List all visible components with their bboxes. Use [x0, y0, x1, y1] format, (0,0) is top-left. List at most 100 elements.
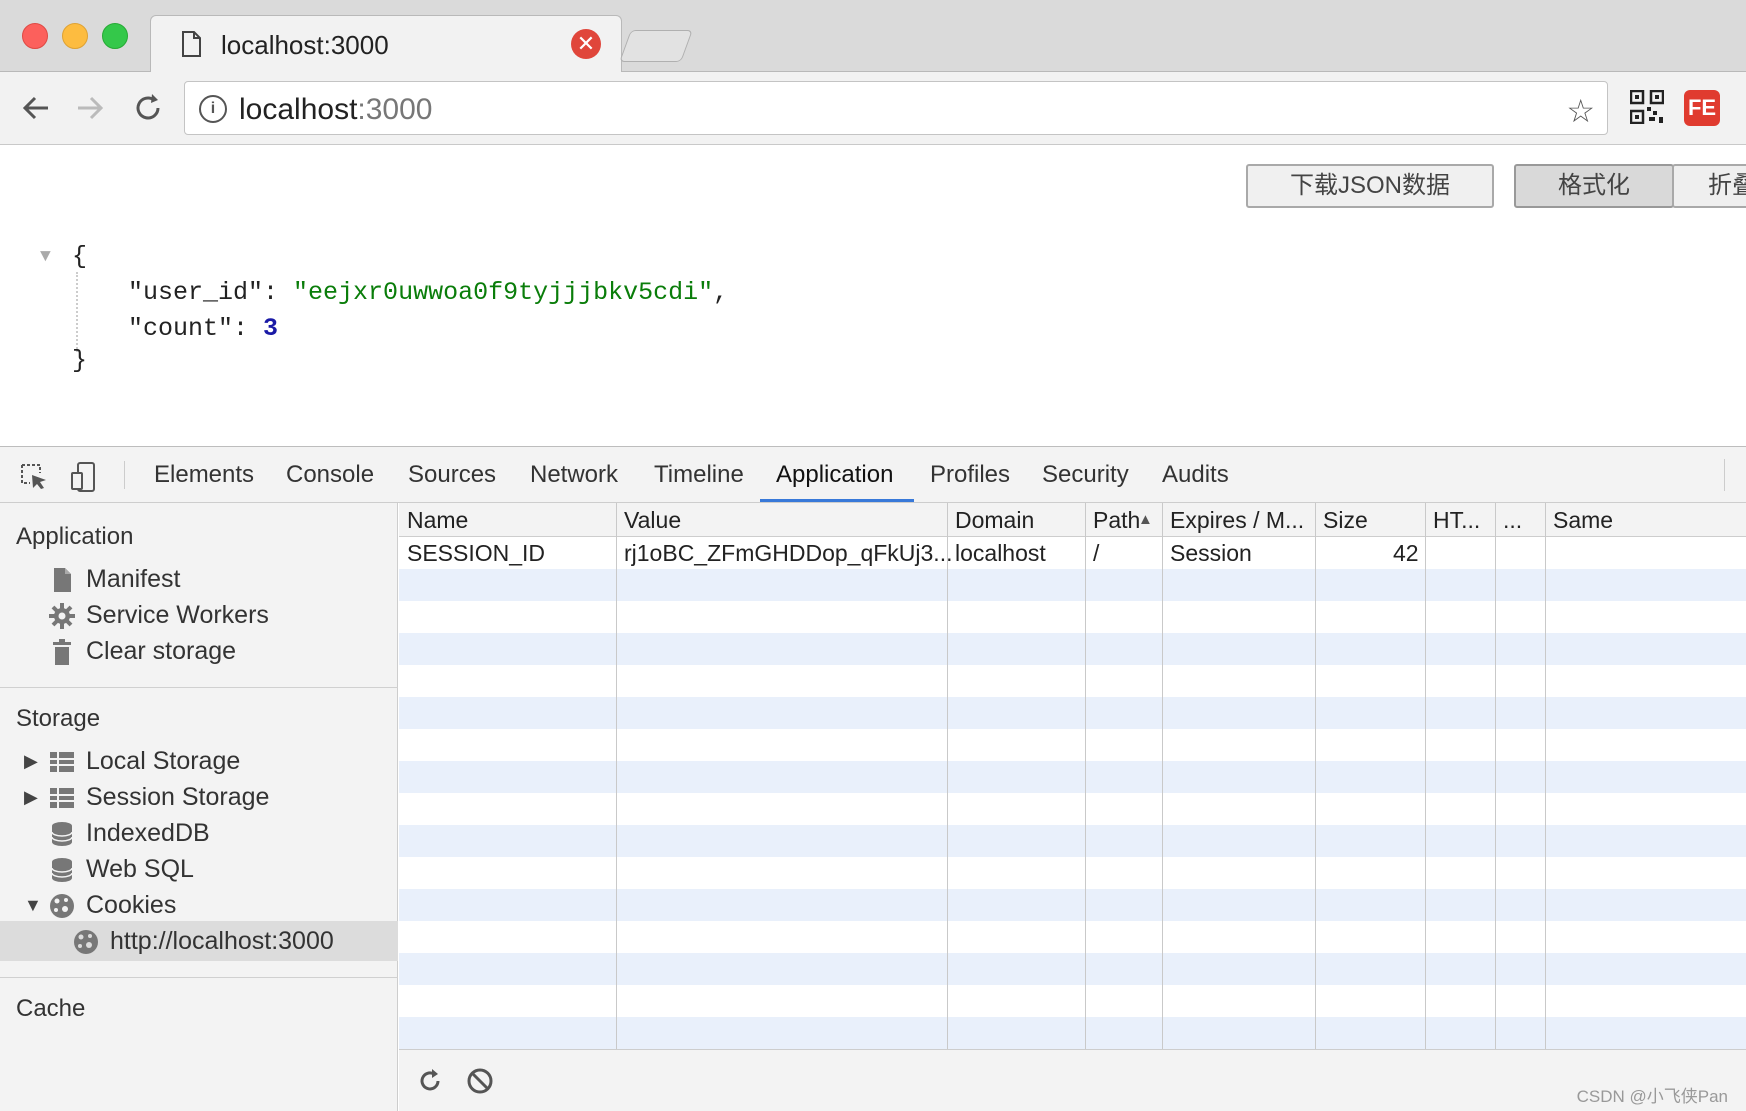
column-divider[interactable] — [1495, 503, 1496, 1049]
tab-audits[interactable]: Audits — [1162, 461, 1229, 489]
qr-code-icon[interactable] — [1630, 90, 1664, 124]
download-json-button[interactable]: 下载JSON数据 — [1246, 164, 1494, 208]
cookie-icon — [74, 930, 98, 954]
table-row-empty — [399, 633, 1746, 665]
sidebar-item-local-storage[interactable]: ▶ Local Storage — [0, 741, 398, 781]
json-open-brace: { — [72, 242, 88, 271]
json-line-count: "count": 3 — [128, 314, 279, 343]
refresh-icon[interactable] — [415, 1066, 445, 1096]
sidebar-item-cookie-origin[interactable]: http://localhost:3000 — [0, 921, 398, 961]
column-divider[interactable] — [1545, 503, 1546, 1049]
column-header-samesite[interactable]: Same — [1553, 507, 1613, 534]
table-row[interactable]: SESSION_ID rj1oBC_ZFmGHDDop_qFkUj3... lo… — [399, 537, 1746, 569]
cell-domain: localhost — [955, 540, 1046, 566]
sidebar-item-label: Session Storage — [86, 783, 270, 811]
sidebar-divider — [0, 687, 398, 688]
table-row-empty — [399, 569, 1746, 601]
tab-strip: localhost:3000 ✕ — [0, 0, 1746, 73]
cell-value: rj1oBC_ZFmGHDDop_qFkUj3... — [624, 540, 953, 566]
table-row-empty — [399, 729, 1746, 761]
tab-network[interactable]: Network — [530, 461, 618, 489]
fe-helper-extension-icon[interactable]: FE — [1684, 90, 1720, 126]
sidebar-item-manifest[interactable]: Manifest — [0, 559, 398, 599]
tab-timeline[interactable]: Timeline — [654, 461, 744, 489]
column-divider[interactable] — [616, 503, 617, 1049]
column-header-domain[interactable]: Domain — [955, 507, 1034, 534]
json-key: "count" — [128, 314, 234, 343]
table-row-empty — [399, 953, 1746, 985]
json-string-value: "eejxr0uwwoa0f9tyjjjbkv5cdi" — [293, 278, 714, 307]
sidebar-item-clear-storage[interactable]: Clear storage — [0, 631, 398, 671]
cell-name: SESSION_ID — [407, 540, 546, 566]
column-header-name[interactable]: Name — [407, 507, 468, 534]
database-icon — [51, 858, 73, 882]
section-application: Application — [16, 523, 134, 550]
browser-tab[interactable]: localhost:3000 ✕ — [150, 15, 622, 73]
sidebar-item-indexeddb[interactable]: IndexedDB — [0, 813, 398, 853]
database-icon — [51, 822, 73, 846]
tab-application[interactable]: Application — [776, 461, 893, 489]
cell-expires: Session — [1170, 540, 1252, 566]
sidebar-item-label: Local Storage — [86, 747, 241, 775]
json-line-user-id: "user_id": "eejxr0uwwoa0f9tyjjjbkv5cdi", — [128, 278, 729, 307]
tab-profiles[interactable]: Profiles — [930, 461, 1010, 489]
bookmark-star-icon[interactable]: ☆ — [1566, 92, 1595, 130]
browser-toolbar: i localhost:3000 ☆ FE — [0, 72, 1746, 145]
format-button[interactable]: 格式化 — [1514, 164, 1674, 208]
clear-all-icon[interactable] — [465, 1066, 495, 1096]
forward-arrow-icon[interactable] — [72, 90, 108, 126]
grid-table-icon — [50, 752, 74, 772]
column-divider[interactable] — [947, 503, 948, 1049]
window-minimize-button[interactable] — [62, 23, 88, 49]
inspect-element-icon[interactable] — [18, 461, 50, 493]
column-header-expires[interactable]: Expires / M... — [1170, 507, 1304, 534]
sidebar-item-label: Web SQL — [86, 855, 194, 883]
collapse-arrow-icon[interactable]: ▼ — [24, 895, 42, 916]
json-number-value: 3 — [263, 314, 279, 343]
window-close-button[interactable] — [22, 23, 48, 49]
sidebar-item-session-storage[interactable]: ▶ Session Storage — [0, 777, 398, 817]
table-footer-toolbar: CSDN @小飞侠Pan — [399, 1049, 1746, 1111]
sidebar-item-label: http://localhost:3000 — [110, 927, 334, 955]
column-divider[interactable] — [1425, 503, 1426, 1049]
sidebar-item-web-sql[interactable]: Web SQL — [0, 849, 398, 889]
grid-table-icon — [50, 788, 74, 808]
column-divider[interactable] — [1085, 503, 1086, 1049]
column-divider[interactable] — [1162, 503, 1163, 1049]
collapse-caret-icon[interactable]: ▼ — [40, 238, 51, 276]
fold-button[interactable]: 折叠 — [1672, 164, 1746, 208]
section-cache: Cache — [16, 995, 86, 1022]
new-tab-button[interactable] — [619, 30, 693, 62]
address-bar[interactable]: i localhost:3000 ☆ — [184, 81, 1608, 135]
column-header-path[interactable]: Path — [1093, 507, 1140, 534]
tab-close-icon[interactable]: ✕ — [571, 29, 601, 59]
tab-sources[interactable]: Sources — [408, 461, 496, 489]
tab-title: localhost:3000 — [221, 30, 389, 60]
column-header-httponly[interactable]: HT... — [1433, 507, 1480, 534]
expand-arrow-icon[interactable]: ▶ — [24, 787, 38, 808]
tab-elements[interactable]: Elements — [154, 461, 254, 489]
device-toolbar-icon[interactable] — [68, 461, 100, 493]
column-header-secure[interactable]: ... — [1503, 507, 1522, 534]
table-row-empty — [399, 825, 1746, 857]
column-divider[interactable] — [1315, 503, 1316, 1049]
table-row-empty — [399, 697, 1746, 729]
table-header: Name Value Domain ▲ Path Expires / M... … — [399, 503, 1746, 537]
back-arrow-icon[interactable] — [18, 90, 54, 126]
table-row-empty — [399, 1017, 1746, 1049]
document-icon — [182, 31, 201, 57]
column-header-value[interactable]: Value — [624, 507, 681, 534]
expand-arrow-icon[interactable]: ▶ — [24, 751, 38, 772]
tab-security[interactable]: Security — [1042, 461, 1129, 489]
window-zoom-button[interactable] — [102, 23, 128, 49]
toolbar-divider — [124, 461, 125, 489]
tab-console[interactable]: Console — [286, 461, 374, 489]
sidebar-item-cookies[interactable]: ▼ Cookies — [0, 885, 398, 925]
site-info-icon[interactable]: i — [199, 95, 227, 123]
page-viewport: 下载JSON数据 格式化 折叠 ▼ { "user_id": "eejxr0uw… — [0, 146, 1746, 446]
gear-icon — [49, 603, 75, 629]
column-header-size[interactable]: Size — [1323, 507, 1368, 534]
sidebar-item-service-workers[interactable]: Service Workers — [0, 595, 398, 635]
reload-icon[interactable] — [130, 90, 166, 126]
json-indent-guide — [76, 272, 78, 352]
